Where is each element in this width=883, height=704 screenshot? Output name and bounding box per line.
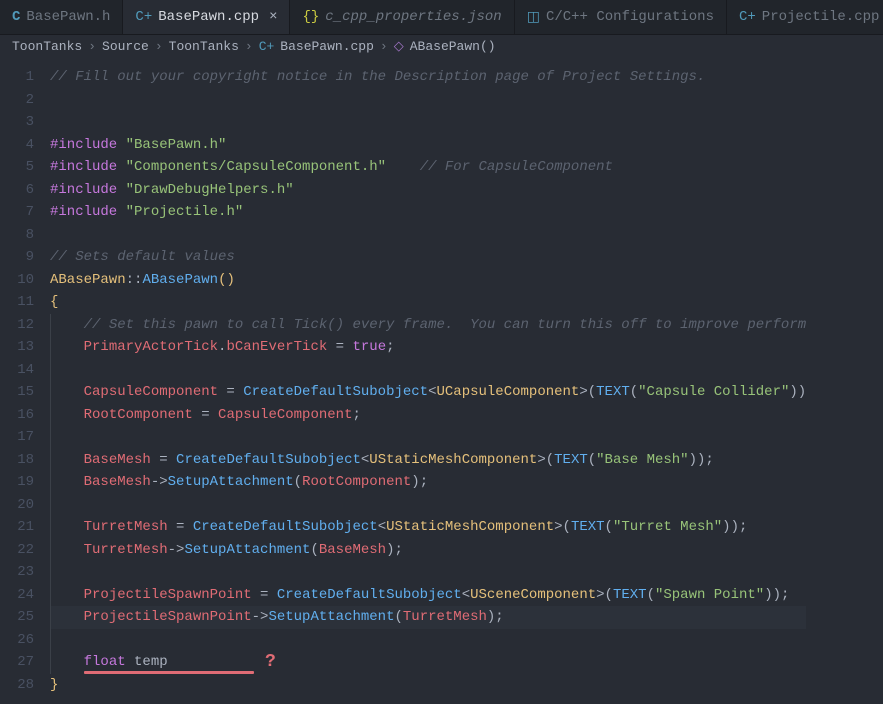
code-line[interactable]: #include "Components/CapsuleComponent.h"…: [50, 156, 806, 179]
breadcrumb-separator: ›: [245, 39, 253, 54]
code-line[interactable]: RootComponent = CapsuleComponent;: [50, 404, 806, 427]
line-number-gutter: 1234567891011121314151617181920212223242…: [0, 58, 50, 704]
breadcrumb-item[interactable]: ToonTanks: [12, 39, 82, 54]
line-number: 24: [8, 584, 34, 607]
line-number: 27: [8, 651, 34, 674]
breadcrumb-item[interactable]: Source: [102, 39, 149, 54]
code-line[interactable]: [50, 359, 806, 382]
file-type-icon: C+: [739, 9, 756, 25]
code-line[interactable]: ABasePawn::ABasePawn(): [50, 269, 806, 292]
code-line[interactable]: [50, 426, 806, 449]
question-mark-annotation: ?: [265, 651, 276, 674]
code-line[interactable]: [50, 494, 806, 517]
file-type-icon: ◫: [527, 9, 540, 26]
code-line[interactable]: // Fill out your copyright notice in the…: [50, 66, 806, 89]
breadcrumb-separator: ›: [155, 39, 163, 54]
code-line[interactable]: TurretMesh->SetupAttachment(BaseMesh);: [50, 539, 806, 562]
code-line[interactable]: // Set this pawn to call Tick() every fr…: [50, 314, 806, 337]
breadcrumb-item[interactable]: ToonTanks: [169, 39, 239, 54]
code-line[interactable]: TurretMesh = CreateDefaultSubobject<USta…: [50, 516, 806, 539]
code-line[interactable]: CapsuleComponent = CreateDefaultSubobjec…: [50, 381, 806, 404]
file-type-icon: {}: [302, 9, 319, 25]
code-line[interactable]: [50, 89, 806, 112]
line-number: 26: [8, 629, 34, 652]
tab-label: BasePawn.h: [26, 9, 110, 25]
code-line[interactable]: [50, 561, 806, 584]
line-number: 4: [8, 134, 34, 157]
tab-projectile-cpp[interactable]: C+ Projectile.cpp: [727, 0, 883, 34]
line-number: 1: [8, 66, 34, 89]
breadcrumb-item[interactable]: ABasePawn(): [410, 39, 496, 54]
line-number: 16: [8, 404, 34, 427]
code-editor: 1234567891011121314151617181920212223242…: [0, 58, 883, 704]
breadcrumb-separator: ›: [88, 39, 96, 54]
line-number: 8: [8, 224, 34, 247]
line-number: 15: [8, 381, 34, 404]
tab-label: BasePawn.cpp: [158, 9, 259, 25]
code-line[interactable]: float temp?: [50, 651, 806, 674]
line-number: 18: [8, 449, 34, 472]
line-number: 25: [8, 606, 34, 629]
line-number: 20: [8, 494, 34, 517]
line-number: 10: [8, 269, 34, 292]
tab-label: c_cpp_properties.json: [325, 9, 501, 25]
line-number: 11: [8, 291, 34, 314]
line-number: 22: [8, 539, 34, 562]
line-number: 28: [8, 674, 34, 697]
code-line[interactable]: [50, 629, 806, 652]
line-number: 2: [8, 89, 34, 112]
code-line[interactable]: ProjectileSpawnPoint->SetupAttachment(Tu…: [50, 606, 806, 629]
breadcrumb-icon: C+: [259, 39, 275, 54]
code-line[interactable]: [50, 111, 806, 134]
line-number: 7: [8, 201, 34, 224]
code-line[interactable]: ProjectileSpawnPoint = CreateDefaultSubo…: [50, 584, 806, 607]
close-icon[interactable]: ×: [269, 9, 277, 25]
tab-label: Projectile.cpp: [762, 9, 880, 25]
code-line[interactable]: #include "DrawDebugHelpers.h": [50, 179, 806, 202]
tab-bar: C BasePawn.h C+ BasePawn.cpp × {} c_cpp_proper…: [0, 0, 883, 35]
line-number: 14: [8, 359, 34, 382]
code-line[interactable]: // Sets default values: [50, 246, 806, 269]
code-line[interactable]: #include "Projectile.h": [50, 201, 806, 224]
line-number: 3: [8, 111, 34, 134]
line-number: 19: [8, 471, 34, 494]
code-line[interactable]: {: [50, 291, 806, 314]
breadcrumb-separator: ›: [380, 39, 388, 54]
code-line[interactable]: [50, 224, 806, 247]
line-number: 6: [8, 179, 34, 202]
tab-label: C/C++ Configurations: [546, 9, 714, 25]
line-number: 23: [8, 561, 34, 584]
breadcrumb-item[interactable]: BasePawn.cpp: [280, 39, 374, 54]
breadcrumb-icon: ◇: [394, 39, 404, 54]
line-number: 21: [8, 516, 34, 539]
code-line[interactable]: #include "BasePawn.h": [50, 134, 806, 157]
line-number: 9: [8, 246, 34, 269]
tab-basepawn-cpp[interactable]: C+ BasePawn.cpp ×: [123, 0, 290, 34]
line-number: 13: [8, 336, 34, 359]
code-line[interactable]: PrimaryActorTick.bCanEverTick = true;: [50, 336, 806, 359]
line-number: 17: [8, 426, 34, 449]
code-line[interactable]: BaseMesh->SetupAttachment(RootComponent)…: [50, 471, 806, 494]
tab-c-c-configurations[interactable]: ◫ C/C++ Configurations: [515, 0, 727, 34]
breadcrumb[interactable]: ToonTanks › Source › ToonTanks › C+ BasePawn.cp…: [0, 35, 883, 58]
tab-basepawn-h[interactable]: C BasePawn.h: [0, 0, 123, 34]
code-line[interactable]: BaseMesh = CreateDefaultSubobject<UStati…: [50, 449, 806, 472]
line-number: 5: [8, 156, 34, 179]
code-line[interactable]: }: [50, 674, 806, 697]
line-number: 12: [8, 314, 34, 337]
tab-c-cpp-properties-json[interactable]: {} c_cpp_properties.json: [290, 0, 514, 34]
code-area[interactable]: // Fill out your copyright notice in the…: [50, 58, 806, 704]
file-type-icon: C: [12, 9, 20, 25]
file-type-icon: C+: [135, 9, 152, 25]
